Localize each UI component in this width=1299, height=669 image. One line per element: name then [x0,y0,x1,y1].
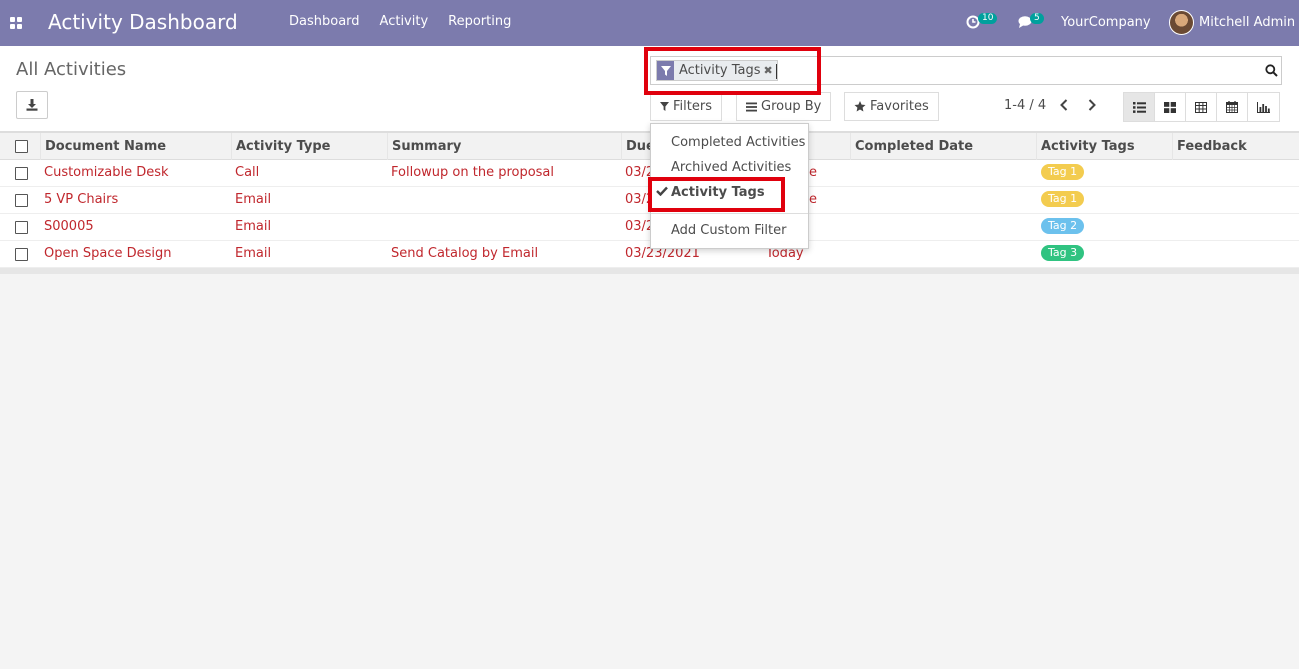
list-view-button[interactable] [1124,93,1155,121]
search-bar[interactable]: Activity Tags ✖ [650,56,1282,85]
facet-label: Activity Tags [679,63,761,78]
pager-value[interactable]: 1-4 / 4 [1004,98,1046,113]
row-checkbox[interactable] [15,248,28,261]
activity-type-cell: Email [235,246,272,261]
calendar-icon [1226,101,1238,113]
message-count-badge: 5 [1030,13,1044,24]
summary-cell [387,214,391,240]
activity-count-badge: 10 [978,13,998,24]
control-panel: All Activities Activity Tags ✖ Filters G… [0,46,1299,132]
star-icon [854,101,866,112]
calendar-view-button[interactable] [1217,93,1248,121]
dropdown-divider [651,213,808,214]
chevron-right-icon[interactable] [1087,99,1097,111]
bar-chart-icon [1257,101,1270,113]
app-title: Activity Dashboard [48,10,238,34]
menu-activity[interactable]: Activity [380,14,429,29]
favorites-button[interactable]: Favorites [844,92,939,121]
chevron-left-icon[interactable] [1059,99,1069,111]
column-header-document-name[interactable]: Document Name [40,133,232,160]
top-navbar: Activity Dashboard Dashboard Activity Re… [0,0,1299,46]
favorites-label: Favorites [870,99,929,114]
download-icon [26,99,38,111]
filter-archived-activities[interactable]: Archived Activities [671,160,791,175]
view-switcher [1123,92,1280,122]
export-button[interactable] [16,91,48,119]
search-facet: Activity Tags ✖ [656,60,778,81]
row-checkbox[interactable] [15,194,28,207]
groupby-label: Group By [761,99,822,114]
row-checkbox[interactable] [15,221,28,234]
bars-icon [746,102,757,111]
top-menu: Dashboard Activity Reporting [289,14,511,29]
user-avatar[interactable] [1169,10,1194,35]
row-checkbox[interactable] [15,167,28,180]
groupby-button[interactable]: Group By [736,92,832,121]
list-icon [1132,101,1146,113]
company-switcher[interactable]: YourCompany [1061,15,1151,30]
filter-completed-activities[interactable]: Completed Activities [671,135,805,150]
select-all-checkbox[interactable] [15,140,28,153]
activity-type-cell: Email [235,192,272,207]
table-icon [1195,101,1207,113]
column-header-completed-date[interactable]: Completed Date [850,133,1036,160]
apps-menu-icon[interactable] [10,17,22,29]
filters-label: Filters [673,99,712,114]
document-name-cell: 5 VP Chairs [44,192,119,207]
summary-cell: Send Catalog by Email [391,246,539,261]
tag-badge: Tag 1 [1041,164,1085,180]
table-footer [0,268,1299,274]
pivot-view-button[interactable] [1186,93,1217,121]
filter-activity-tags[interactable]: Activity Tags [671,185,765,200]
tag-badge: Tag 2 [1041,218,1085,234]
summary-cell [387,187,391,213]
column-header-summary[interactable]: Summary [387,133,621,160]
menu-reporting[interactable]: Reporting [448,14,511,29]
document-name-cell: Open Space Design [44,246,172,261]
filters-dropdown: Completed Activities Archived Activities… [650,123,809,249]
activity-tags-cell: Tag 3 [1037,245,1085,271]
check-icon [656,186,668,196]
filter-icon [660,102,669,111]
summary-cell: Followup on the proposal [391,165,555,180]
facet-remove-icon[interactable]: ✖ [764,61,777,80]
column-header-feedback[interactable]: Feedback [1172,133,1299,160]
document-name-cell: S00005 [44,219,94,234]
add-custom-filter[interactable]: Add Custom Filter [671,223,786,238]
menu-dashboard[interactable]: Dashboard [289,14,360,29]
column-header-activity-tags[interactable]: Activity Tags [1036,133,1172,160]
search-icon[interactable] [1265,64,1278,77]
activity-type-cell: Call [235,165,260,180]
filter-icon [657,61,674,80]
filters-button[interactable]: Filters [650,92,722,121]
activity-type-cell: Email [235,219,272,234]
breadcrumb: All Activities [16,59,127,80]
user-menu[interactable]: Mitchell Admin [1199,15,1295,30]
tag-badge: Tag 3 [1041,245,1085,261]
tag-badge: Tag 1 [1041,191,1085,207]
column-header-activity-type[interactable]: Activity Type [231,133,387,160]
document-name-cell: Customizable Desk [44,165,169,180]
graph-view-button[interactable] [1248,93,1279,121]
text-cursor [776,64,777,79]
kanban-view-button[interactable] [1155,93,1186,121]
kanban-icon [1164,101,1176,113]
